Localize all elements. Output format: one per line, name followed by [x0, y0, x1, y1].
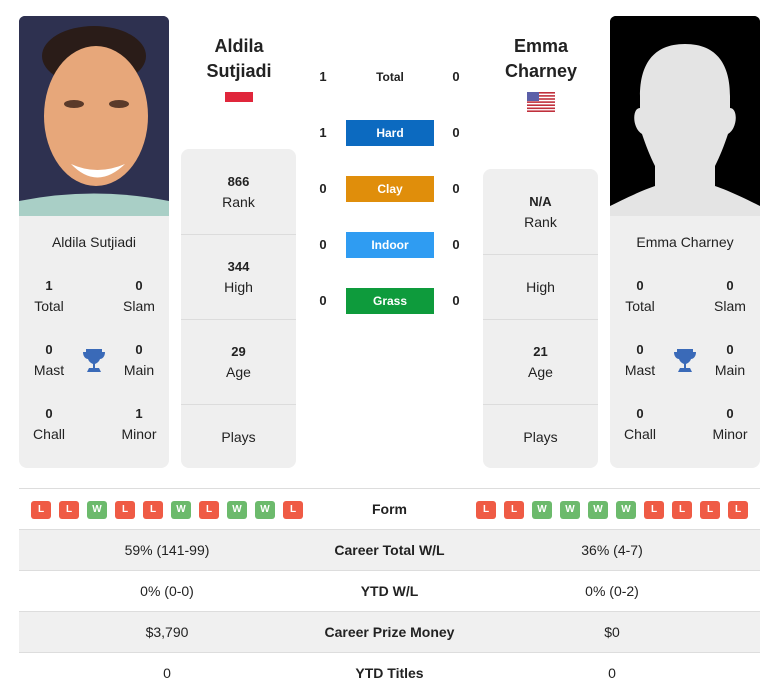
- h2h-hard-row: 1 Hard 0: [310, 120, 470, 146]
- table-row: 59% (141-99) Career Total W/L 36% (4-7): [19, 530, 760, 571]
- player2-value: $0: [604, 624, 620, 640]
- player1-plays: Plays: [181, 404, 296, 468]
- usa-flag-icon: [527, 92, 555, 112]
- h2h-total-label: Total: [376, 70, 404, 84]
- indoor-surface-badge: Indoor: [346, 232, 434, 258]
- form-loss-badge[interactable]: L: [728, 501, 748, 519]
- row-label: YTD Titles: [355, 665, 424, 681]
- player2-titles-card: Emma Charney 0 Total 0 Slam 0 Mast 0 Main 0C…: [610, 216, 760, 468]
- indonesia-flag-icon: [225, 92, 253, 102]
- form-loss-badge[interactable]: L: [644, 501, 664, 519]
- row-label: Career Prize Money: [324, 624, 455, 640]
- player1-value: $3,790: [145, 624, 189, 640]
- player2-age: 21 Age: [483, 319, 598, 404]
- form-win-badge[interactable]: W: [616, 501, 636, 519]
- player1-chall-titles: 0 Chall: [33, 406, 65, 442]
- player1-form: LLWLLWLWWL: [31, 501, 303, 519]
- player1-photo: [19, 16, 169, 216]
- player1-value: 59% (141-99): [124, 542, 210, 558]
- player1-info-panel: 866 Rank 344 High 29 Age Plays: [181, 149, 296, 468]
- player2-plays: Plays: [483, 404, 598, 468]
- table-row: 0 YTD Titles 0: [19, 653, 760, 694]
- form-loss-badge[interactable]: L: [700, 501, 720, 519]
- player2-total-titles: 0 Total: [625, 278, 655, 314]
- form-loss-badge[interactable]: L: [283, 501, 303, 519]
- row-label: Career Total W/L: [334, 542, 445, 558]
- form-loss-badge[interactable]: L: [199, 501, 219, 519]
- player2-slam-titles: 0 Slam: [714, 278, 746, 314]
- form-loss-badge[interactable]: L: [143, 501, 163, 519]
- form-win-badge[interactable]: W: [255, 501, 275, 519]
- player1-mast-titles: 0 Mast: [33, 342, 65, 378]
- form-loss-badge[interactable]: L: [672, 501, 692, 519]
- player1-slam-titles: 0 Slam: [123, 278, 155, 314]
- form-win-badge[interactable]: W: [87, 501, 107, 519]
- form-loss-badge[interactable]: L: [31, 501, 51, 519]
- player2-rank: N/A Rank: [524, 193, 557, 230]
- player2-name[interactable]: Emma Charney: [476, 34, 606, 84]
- form-loss-badge[interactable]: L: [59, 501, 79, 519]
- player1-main-titles: 0 Main: [123, 342, 155, 378]
- player1-high: 344 High: [181, 234, 296, 319]
- player2-form: LLWWWWLLLL: [476, 501, 748, 519]
- form-loss-badge[interactable]: L: [504, 501, 524, 519]
- player2-full-name: Emma Charney: [636, 234, 734, 250]
- form-win-badge[interactable]: W: [227, 501, 247, 519]
- form-win-badge[interactable]: W: [171, 501, 191, 519]
- table-row: 0% (0-0) YTD W/L 0% (0-2): [19, 571, 760, 612]
- form-win-badge[interactable]: W: [532, 501, 552, 519]
- trophy-icon: [673, 347, 697, 373]
- player2-chall-titles: 0 Chall: [624, 406, 656, 442]
- player1-age: 29 Age: [181, 319, 296, 404]
- trophy-icon: [82, 347, 106, 373]
- player2-photo-placeholder: [610, 16, 760, 216]
- form-row: LLWLLWLWWL Form LLWWWWLLLL: [19, 489, 760, 530]
- h2h-clay-row: 0 Clay 0: [310, 176, 470, 202]
- player1-value: 0% (0-0): [140, 583, 194, 599]
- row-label: YTD W/L: [360, 583, 419, 599]
- player2-mast-titles: 0 Mast: [624, 342, 656, 378]
- comparison-table: LLWLLWLWWL Form LLWWWWLLLL 59% (141-99) …: [19, 488, 760, 694]
- hard-surface-badge: Hard: [346, 120, 434, 146]
- h2h-grass-row: 0 Grass 0: [310, 288, 470, 314]
- form-loss-badge[interactable]: L: [115, 501, 135, 519]
- table-row: $3,790 Career Prize Money $0: [19, 612, 760, 653]
- player1-rank: 866 Rank: [222, 173, 255, 210]
- player2-main-titles: 0 Main: [714, 342, 746, 378]
- form-loss-badge[interactable]: L: [476, 501, 496, 519]
- h2h-total-row: 1 Total 0: [310, 64, 470, 90]
- h2h-indoor-row: 0 Indoor 0: [310, 232, 470, 258]
- player1-name[interactable]: Aldila Sutjiadi: [174, 34, 304, 84]
- player2-value: 0: [608, 665, 616, 681]
- clay-surface-badge: Clay: [346, 176, 434, 202]
- player2-info-panel: N/A Rank High 21 Age Plays: [483, 169, 598, 468]
- player2-value: 36% (4-7): [581, 542, 643, 558]
- player2-value: 0% (0-2): [585, 583, 639, 599]
- player1-value: 0: [163, 665, 171, 681]
- player2-high: High: [483, 254, 598, 319]
- form-win-badge[interactable]: W: [588, 501, 608, 519]
- player1-total-titles: 1 Total: [34, 278, 64, 314]
- player2-minor-titles: 0 Minor: [712, 406, 748, 442]
- player1-minor-titles: 1 Minor: [121, 406, 157, 442]
- form-win-badge[interactable]: W: [560, 501, 580, 519]
- player1-titles-card: Aldila Sutjiadi 1 Total 0 Slam 0 Mast 0 Main…: [19, 216, 169, 468]
- form-label: Form: [372, 501, 407, 517]
- grass-surface-badge: Grass: [346, 288, 434, 314]
- player1-full-name: Aldila Sutjiadi: [51, 234, 137, 250]
